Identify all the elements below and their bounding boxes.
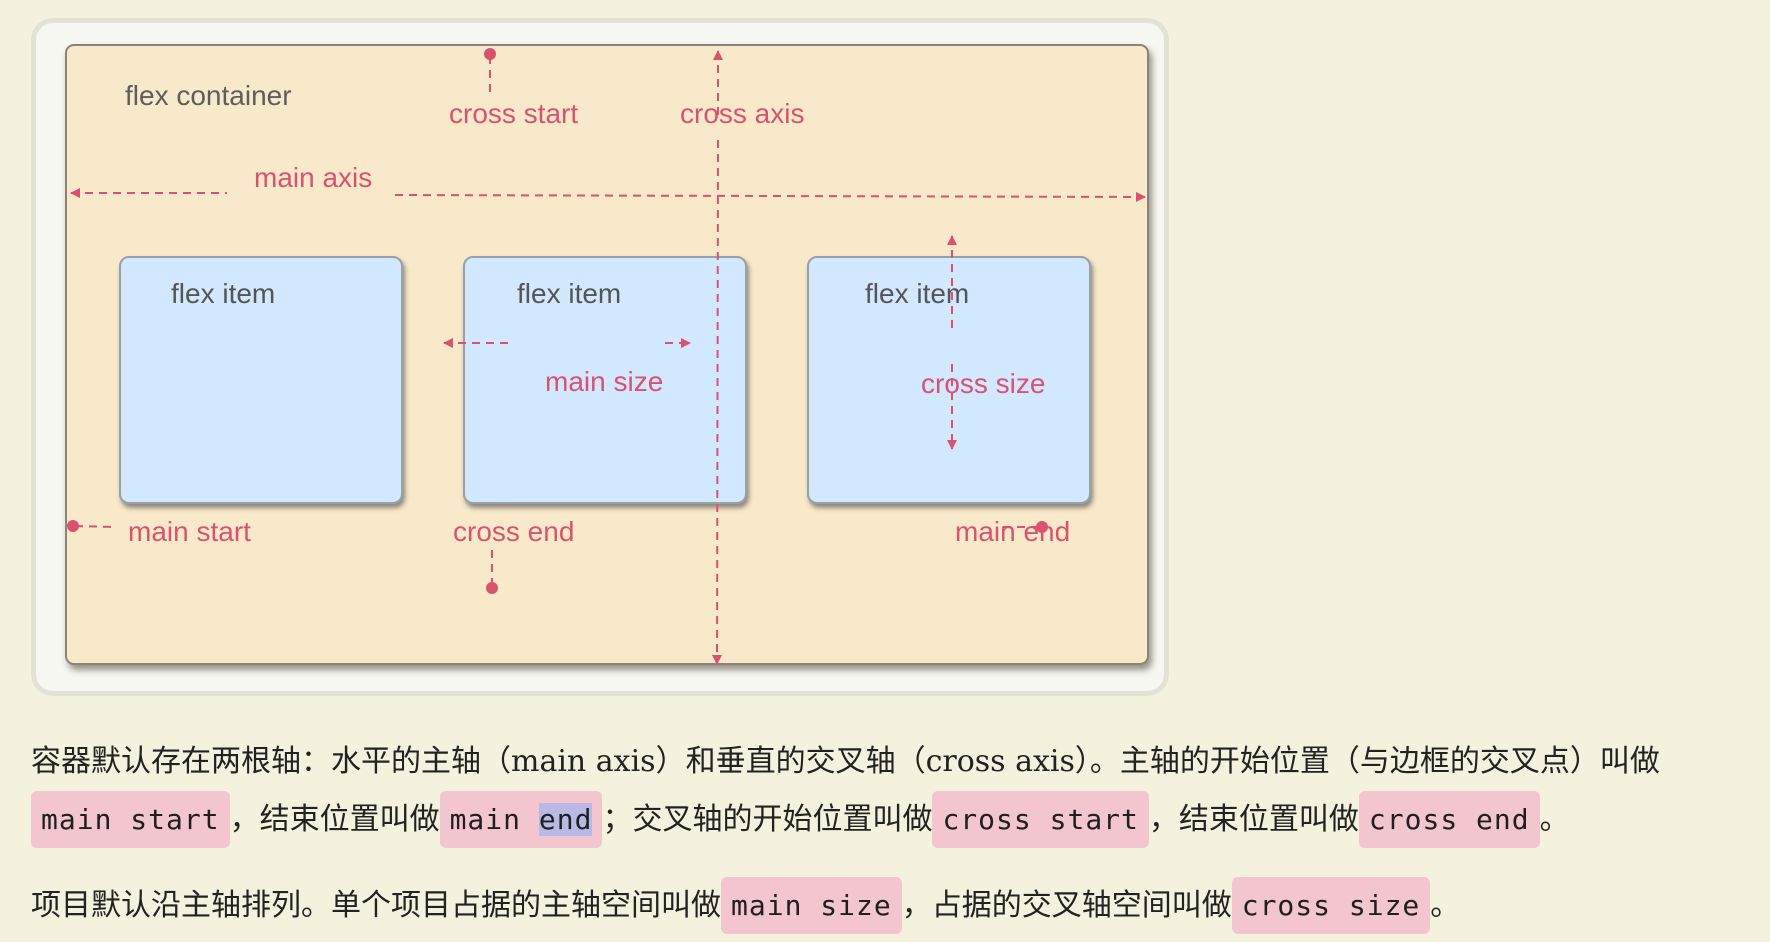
flex-item-1: flex item <box>119 256 403 504</box>
main-size-label: main size <box>545 366 664 397</box>
cross-end-label: cross end <box>453 516 575 547</box>
paragraph-text: 。 <box>1539 802 1570 837</box>
cross-axis-label: cross axis <box>680 98 805 129</box>
main-axis-right-arrow <box>394 191 1146 202</box>
flex-item-label: flex item <box>171 278 276 309</box>
main-start-line <box>74 525 116 528</box>
flex-item-2: flex item main size <box>463 256 747 504</box>
paragraph-text: 容器默认存在两根轴：水平的主轴（main axis）和垂直的交叉轴（cross … <box>31 744 1660 779</box>
cross-end-dot <box>486 582 498 594</box>
paragraph-text: 。 <box>1430 888 1461 923</box>
figure-frame: flex container cross start cross axis ma… <box>31 18 1169 696</box>
paragraph-text: ；交叉轴的开始位置叫做 <box>602 802 933 837</box>
code-cross-size: cross size <box>1231 877 1431 934</box>
paragraph-text: 项目默认沿主轴排列。单个项目占据的主轴空间叫做 <box>31 888 721 923</box>
cross-size-label: cross size <box>921 368 1046 399</box>
cross-start-label: cross start <box>449 98 579 129</box>
code-cross-start: cross start <box>932 791 1149 848</box>
flex-item-label: flex item <box>517 278 622 309</box>
paragraph-text: ，结束位置叫做 <box>229 802 440 837</box>
main-axis-label: main axis <box>254 162 373 193</box>
cross-start-dot <box>484 48 496 60</box>
flex-item-3: flex item cross size <box>807 256 1091 504</box>
code-main-end-part1: main <box>449 803 539 836</box>
flex-container-diagram: flex container cross start cross axis ma… <box>65 44 1149 665</box>
code-main-start: main start <box>31 791 230 848</box>
main-start-label: main start <box>128 516 251 547</box>
flex-item-label: flex item <box>865 278 970 309</box>
code-cross-end: cross end <box>1358 791 1540 848</box>
code-main-end-selected: end <box>538 803 593 836</box>
code-main-size: main size <box>721 877 902 934</box>
paragraph-text: ，结束位置叫做 <box>1148 802 1359 837</box>
flex-container-label: flex container <box>125 80 292 111</box>
axes-description-paragraph: 容器默认存在两根轴：水平的主轴（main axis）和垂直的交叉轴（cross … <box>31 733 1751 849</box>
main-end-label: main end <box>955 516 1071 547</box>
size-description-paragraph: 项目默认沿主轴排列。单个项目占据的主轴空间叫做 main size ，占据的交叉轴空… <box>31 877 1751 935</box>
paragraph-text: ，占据的交叉轴空间叫做 <box>901 888 1232 923</box>
code-main-end: main end <box>439 791 603 848</box>
main-start-dot <box>67 520 79 532</box>
